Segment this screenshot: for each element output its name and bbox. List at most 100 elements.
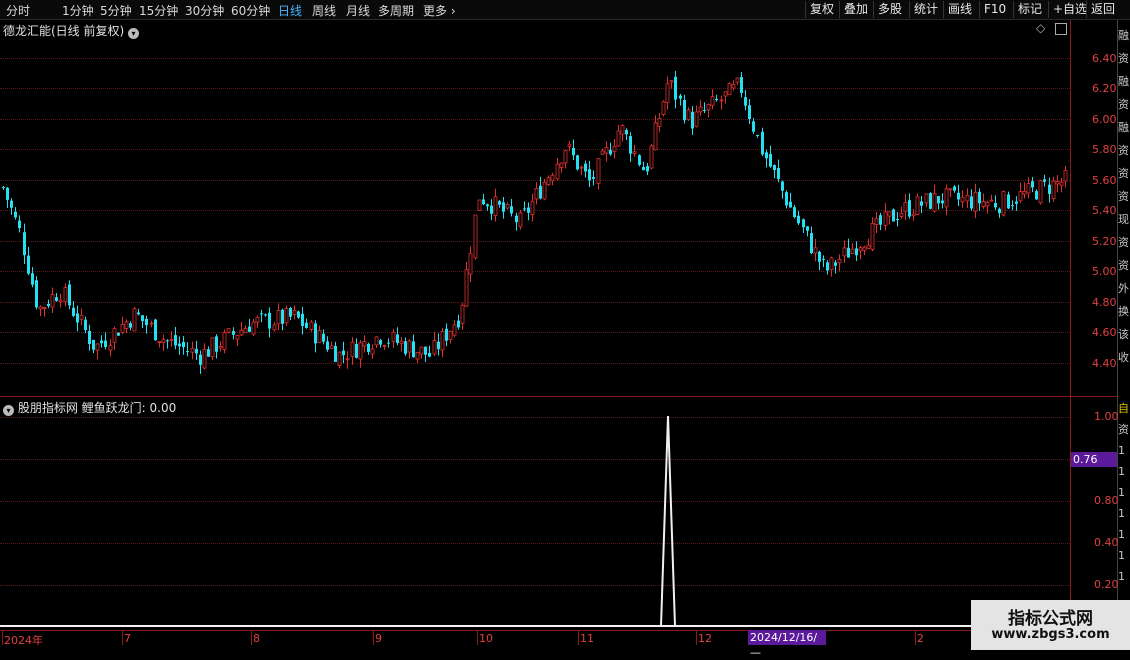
candle-body — [358, 342, 363, 360]
candle-body — [661, 101, 666, 115]
candle-body — [117, 332, 120, 336]
candle-body — [161, 339, 166, 343]
diamond-icon[interactable]: ◇ — [1036, 21, 1045, 35]
candle-body — [505, 204, 510, 209]
candle-body — [920, 201, 923, 206]
candle-body — [63, 287, 68, 303]
candle-body — [683, 100, 686, 121]
x-label: 2 — [917, 632, 924, 645]
tab-more[interactable]: 更多 › — [423, 2, 456, 19]
candle-body — [1007, 194, 1010, 209]
candle-body — [129, 323, 132, 328]
candle-body — [789, 201, 792, 208]
price-label: 6.20 — [1092, 82, 1117, 95]
candle-body — [382, 345, 387, 347]
candle-body — [948, 188, 953, 191]
info-char: 融 — [1118, 29, 1129, 42]
mark-button[interactable]: 标记 — [1013, 1, 1046, 18]
candle-body — [248, 326, 251, 332]
candle-body — [896, 218, 899, 220]
tab-monthly[interactable]: 月线 — [346, 2, 370, 19]
candle-body — [752, 121, 755, 132]
back-button[interactable]: 返回 — [1086, 1, 1119, 18]
tab-60min[interactable]: 60分钟 — [231, 2, 270, 19]
draw-line-button[interactable]: 画线 — [943, 1, 976, 18]
info-char: 1 — [1118, 528, 1125, 541]
candle-body — [657, 118, 662, 127]
tab-time-sharing[interactable]: 分时 — [6, 2, 30, 19]
tab-multi-period[interactable]: 多周期 — [378, 2, 414, 19]
candle-body — [1001, 191, 1006, 216]
tab-weekly[interactable]: 周线 — [312, 2, 336, 19]
candle-body — [870, 223, 875, 250]
candle-body — [579, 166, 584, 169]
candle-body — [518, 212, 523, 228]
candle-body — [879, 215, 882, 225]
candle-body — [305, 322, 308, 328]
candle-body — [243, 328, 248, 334]
candle-body — [855, 248, 858, 256]
axis-separator — [1070, 20, 1071, 630]
candle-body — [210, 337, 215, 357]
candle-body — [486, 204, 489, 207]
candle-body — [534, 188, 539, 200]
candle-body — [141, 315, 144, 322]
tab-30min[interactable]: 30分钟 — [185, 2, 224, 19]
candle-body — [215, 336, 218, 352]
candle-body — [932, 192, 937, 212]
candle-body — [978, 191, 981, 204]
candle-body — [632, 151, 637, 154]
info-char: 资 — [1118, 144, 1129, 157]
candle-body — [715, 98, 718, 101]
candle-body — [908, 200, 911, 217]
overlay-button[interactable]: 叠加 — [839, 1, 872, 18]
candle-body — [222, 332, 227, 350]
add-watchlist-button[interactable]: +自选 — [1048, 1, 1091, 18]
candle-body — [748, 105, 751, 120]
window-toggle-icon[interactable] — [1055, 23, 1067, 35]
candle-body — [1038, 180, 1043, 204]
candle-body — [694, 111, 699, 127]
candle-body — [944, 188, 949, 208]
candle-body — [55, 297, 58, 301]
candle-body — [374, 336, 379, 346]
indicator-line-chart — [0, 415, 1070, 627]
candle-body — [847, 247, 850, 258]
candle-body — [182, 341, 185, 348]
f10-button[interactable]: F10 — [979, 1, 1010, 18]
price-label: 4.60 — [1092, 326, 1117, 339]
tab-5min[interactable]: 5分钟 — [100, 2, 132, 19]
candlestick-chart — [2, 70, 1068, 374]
restore-rights-button[interactable]: 复权 — [805, 1, 838, 18]
candle-body — [994, 203, 997, 208]
candle-body — [810, 232, 813, 254]
candle-body — [419, 346, 424, 355]
tab-15min[interactable]: 15分钟 — [139, 2, 178, 19]
tab-daily[interactable]: 日线 — [278, 2, 302, 19]
candle-body — [646, 166, 649, 172]
candle-body — [965, 194, 970, 202]
candle-body — [424, 346, 427, 355]
candle-body — [903, 201, 908, 212]
candle-body — [572, 147, 575, 156]
info-char: 1 — [1118, 570, 1125, 583]
x-label: 2024年 — [4, 634, 43, 647]
candle-body — [941, 200, 944, 204]
candle-body — [765, 152, 768, 159]
candle-body — [899, 213, 904, 217]
x-label: 12 — [698, 632, 712, 645]
candle-body — [95, 343, 100, 351]
candle-body — [723, 91, 728, 97]
candle-body — [822, 258, 825, 260]
statistics-button[interactable]: 统计 — [909, 1, 942, 18]
candle-body — [1043, 179, 1046, 182]
candle-body — [452, 324, 457, 336]
candle-body — [38, 306, 43, 310]
candle-body — [850, 248, 855, 255]
candle-body — [769, 153, 772, 167]
tab-1min[interactable]: 1分钟 — [62, 2, 94, 19]
candle-body — [981, 201, 986, 208]
candle-body — [510, 206, 513, 214]
multi-stock-button[interactable]: 多股 — [873, 1, 906, 18]
candle-body — [515, 215, 518, 223]
